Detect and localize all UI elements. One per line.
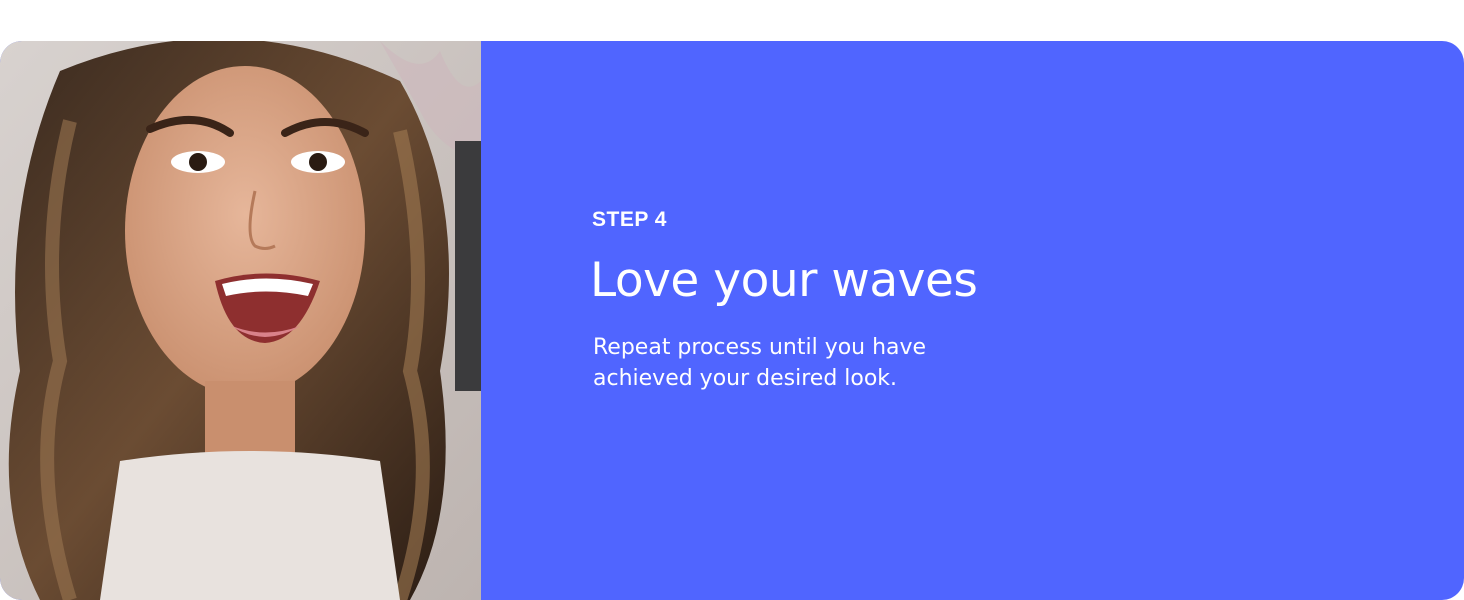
step-photo (0, 41, 481, 600)
step-number-label: STEP 4 (592, 208, 667, 231)
step-title: Love your waves (590, 253, 978, 308)
step-info-panel: STEP 4 Love your waves Repeat process un… (481, 41, 1464, 600)
step-card: STEP 4 Love your waves Repeat process un… (0, 41, 1464, 600)
step-description: Repeat process until you have achieved y… (593, 335, 927, 391)
